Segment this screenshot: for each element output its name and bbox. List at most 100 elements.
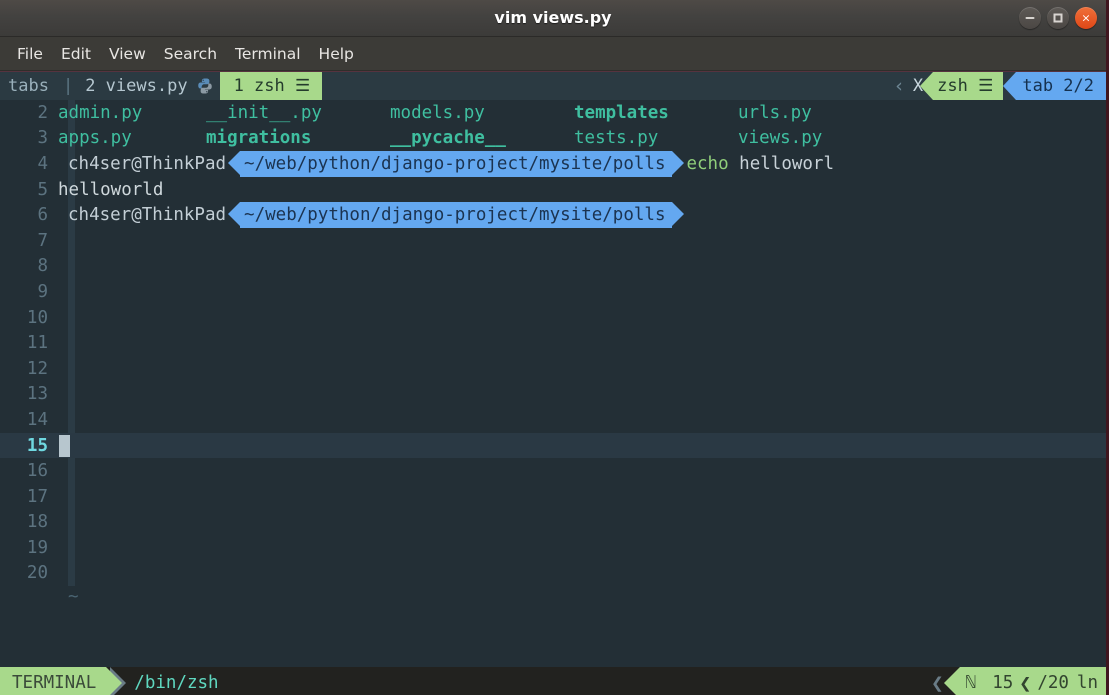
line-number: 18	[26, 512, 48, 533]
terminal-line: 8	[0, 253, 1106, 280]
line-number: 9	[37, 281, 48, 302]
command-output: helloworld	[58, 179, 164, 200]
line-content	[58, 434, 1106, 457]
tab-zsh-active[interactable]: 1 zsh ☰	[219, 72, 323, 100]
terminal-line: 13	[0, 381, 1106, 408]
menubar: File Edit View Search Terminal Help	[0, 37, 1106, 71]
vim-statusline: TERMINAL /bin/zsh ❮ ℕ 15 ❮ /20 ln	[0, 667, 1106, 695]
file-name: tests.py	[574, 128, 659, 149]
line-number: 20	[26, 563, 48, 584]
shell-command-argument: helloworl	[728, 153, 834, 174]
line-number: 8	[37, 256, 48, 277]
file-name: __init__.py	[206, 102, 322, 123]
terminal-line: 18	[0, 509, 1106, 536]
terminal-line: 7	[0, 227, 1106, 254]
window-title: vim views.py	[494, 8, 612, 27]
directory-name: templates	[574, 102, 669, 123]
text-cursor	[59, 434, 70, 457]
line-number: 6	[37, 205, 48, 226]
terminal-line: 6 ch4ser@ThinkPad ~/web/python/django-proj…	[0, 202, 1106, 229]
column-marker	[68, 330, 75, 356]
column-marker	[68, 227, 75, 254]
window-titlebar: vim views.py ×	[0, 0, 1106, 37]
line-number: 5	[37, 179, 48, 200]
status-left-chevron-icon: ❮	[930, 667, 944, 695]
tabline-label: tabs	[0, 72, 57, 100]
status-spacer	[228, 667, 931, 695]
menu-item-help[interactable]: Help	[310, 42, 363, 66]
terminal-line: 3 apps.py migrations __pycache__ tests.py vie…	[0, 125, 1106, 152]
status-total-lines: /20	[1037, 673, 1069, 693]
column-marker	[68, 535, 75, 561]
terminal-line: 14	[0, 407, 1106, 433]
python-icon	[193, 72, 220, 100]
line-number: 17	[26, 486, 48, 507]
status-mode: TERMINAL	[0, 667, 123, 695]
terminal-line: 15	[0, 432, 1106, 459]
tilde-marker: ~	[68, 587, 79, 608]
column-marker	[68, 279, 75, 305]
line-number: 4	[37, 153, 48, 174]
terminal-line: 9	[0, 279, 1106, 305]
line-number: 7	[37, 230, 48, 251]
vim-tabline: tabs | 2 views.py 1 zsh ☰ ‹ X zsh ☰ tab …	[0, 71, 1106, 100]
column-marker	[68, 381, 75, 408]
line-number: 13	[26, 384, 48, 405]
column-marker	[68, 253, 75, 280]
status-mode-indicator: ℕ	[965, 673, 977, 693]
column-marker	[68, 355, 75, 382]
terminal-buffer[interactable]: 2 admin.py __init__.py models.py templates ur…	[0, 100, 1106, 667]
maximize-button[interactable]	[1047, 7, 1069, 29]
prompt-path-segment: ~/web/python/django-project/mysite/polls	[228, 202, 685, 229]
terminal-line: 20	[0, 560, 1106, 587]
status-filename: /bin/zsh	[124, 667, 229, 695]
menu-item-terminal[interactable]: Terminal	[226, 42, 310, 66]
file-name: apps.py	[58, 128, 132, 149]
terminal-line: 17	[0, 483, 1106, 510]
status-chevron-icon: ❮	[1019, 671, 1032, 695]
terminal-line: 16	[0, 458, 1106, 484]
tabline-spacer	[322, 72, 888, 100]
column-marker	[68, 560, 75, 587]
status-position: ℕ 15 ❮ /20 ln	[943, 667, 1106, 695]
file-name: urls.py	[738, 102, 812, 123]
menu-item-file[interactable]: File	[8, 42, 52, 66]
terminal-line: 11	[0, 330, 1106, 356]
column-marker	[68, 483, 75, 510]
window-controls: ×	[1019, 7, 1097, 29]
tabline-tab-count: tab 2/2	[1003, 72, 1106, 100]
menu-item-view[interactable]: View	[100, 42, 155, 66]
terminal-line: 4 ch4ser@ThinkPad ~/web/python/django-proj…	[0, 150, 1106, 177]
terminal-window: vim views.py × File Edit View Search Ter…	[0, 0, 1109, 695]
prompt-user-host: ch4ser@ThinkPad	[68, 153, 227, 174]
column-marker	[68, 458, 75, 484]
directory-name: migrations	[206, 128, 312, 149]
line-number: 19	[26, 537, 48, 558]
tabline-buffer-name: zsh ☰	[920, 72, 1004, 100]
shell-command: echo	[686, 153, 729, 174]
vim-tilde-row: ~	[0, 586, 1106, 608]
line-content: helloworld	[58, 180, 1106, 200]
minimize-button[interactable]	[1019, 7, 1041, 29]
file-name: views.py	[738, 128, 823, 149]
terminal-line: 5 helloworld	[0, 176, 1106, 203]
status-line-number: 15	[992, 673, 1014, 693]
line-number: 14	[26, 409, 48, 430]
line-number: 15	[26, 435, 48, 456]
file-name: admin.py	[58, 102, 143, 123]
menu-item-edit[interactable]: Edit	[52, 42, 100, 66]
status-unit-label: ln	[1076, 673, 1098, 693]
terminal-line: 10	[0, 304, 1106, 331]
tab-views-py[interactable]: 2 views.py	[79, 72, 194, 100]
column-marker	[68, 407, 75, 433]
line-number: 12	[26, 358, 48, 379]
menu-item-search[interactable]: Search	[155, 42, 226, 66]
terminal-line: 2 admin.py __init__.py models.py templates ur…	[0, 100, 1106, 126]
line-number: 16	[26, 461, 48, 482]
tabline-close-arrow-icon: ‹	[887, 72, 911, 100]
close-icon: ×	[1081, 11, 1091, 25]
line-content: ch4ser@ThinkPad ~/web/python/django-proje…	[58, 202, 1106, 229]
close-button[interactable]: ×	[1075, 7, 1097, 29]
prompt-user-host: ch4ser@ThinkPad	[68, 205, 227, 226]
terminal-line: 12	[0, 355, 1106, 382]
